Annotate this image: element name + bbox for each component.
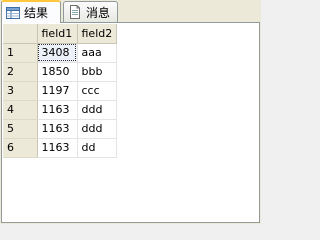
cell-field1[interactable]: 1197 (37, 81, 78, 101)
results-panel: field1 field2 1 3408 aaa 2 1850 bbb 3 11… (1, 22, 260, 223)
tab-messages[interactable]: 消息 (63, 1, 118, 22)
tab-results[interactable]: 结果 (1, 0, 61, 23)
cell-field1[interactable]: 1163 (37, 119, 78, 139)
row-number[interactable]: 3 (3, 81, 38, 101)
row-number[interactable]: 4 (3, 100, 38, 120)
tab-results-label: 结果 (24, 6, 49, 20)
table-row: 2 1850 bbb (3, 62, 118, 82)
table-row: 4 1163 ddd (3, 100, 118, 120)
cell-field1[interactable]: 1850 (37, 62, 78, 82)
row-number[interactable]: 1 (3, 43, 38, 63)
results-window: 结果 消息 field1 field2 1 3408 aaa 2 1850 bb… (0, 0, 261, 224)
cell-field1[interactable]: 3408 (37, 43, 78, 63)
tab-strip: 结果 消息 (0, 0, 261, 23)
table-row: 3 1197 ccc (3, 81, 118, 101)
row-number[interactable]: 2 (3, 62, 38, 82)
cell-field1[interactable]: 1163 (37, 100, 78, 120)
header-row: field1 field2 (3, 24, 118, 44)
table-row: 5 1163 ddd (3, 119, 118, 139)
cell-field2[interactable]: aaa (77, 43, 118, 63)
cell-field2[interactable]: dd (77, 138, 118, 158)
column-header-field1[interactable]: field1 (37, 24, 78, 44)
tab-messages-label: 消息 (86, 5, 111, 20)
results-grid: field1 field2 1 3408 aaa 2 1850 bbb 3 11… (3, 24, 118, 158)
grid-icon (6, 6, 20, 20)
table-row: 1 3408 aaa (3, 43, 118, 63)
table-row: 6 1163 dd (3, 138, 118, 158)
document-icon (68, 5, 82, 19)
row-number[interactable]: 5 (3, 119, 38, 139)
cell-field2[interactable]: ddd (77, 100, 118, 120)
row-number[interactable]: 6 (3, 138, 38, 158)
cell-field2[interactable]: bbb (77, 62, 118, 82)
cell-field2[interactable]: ddd (77, 119, 118, 139)
column-header-field2[interactable]: field2 (77, 24, 118, 44)
corner-cell[interactable] (3, 24, 38, 44)
cell-field1[interactable]: 1163 (37, 138, 78, 158)
cell-field2[interactable]: ccc (77, 81, 118, 101)
